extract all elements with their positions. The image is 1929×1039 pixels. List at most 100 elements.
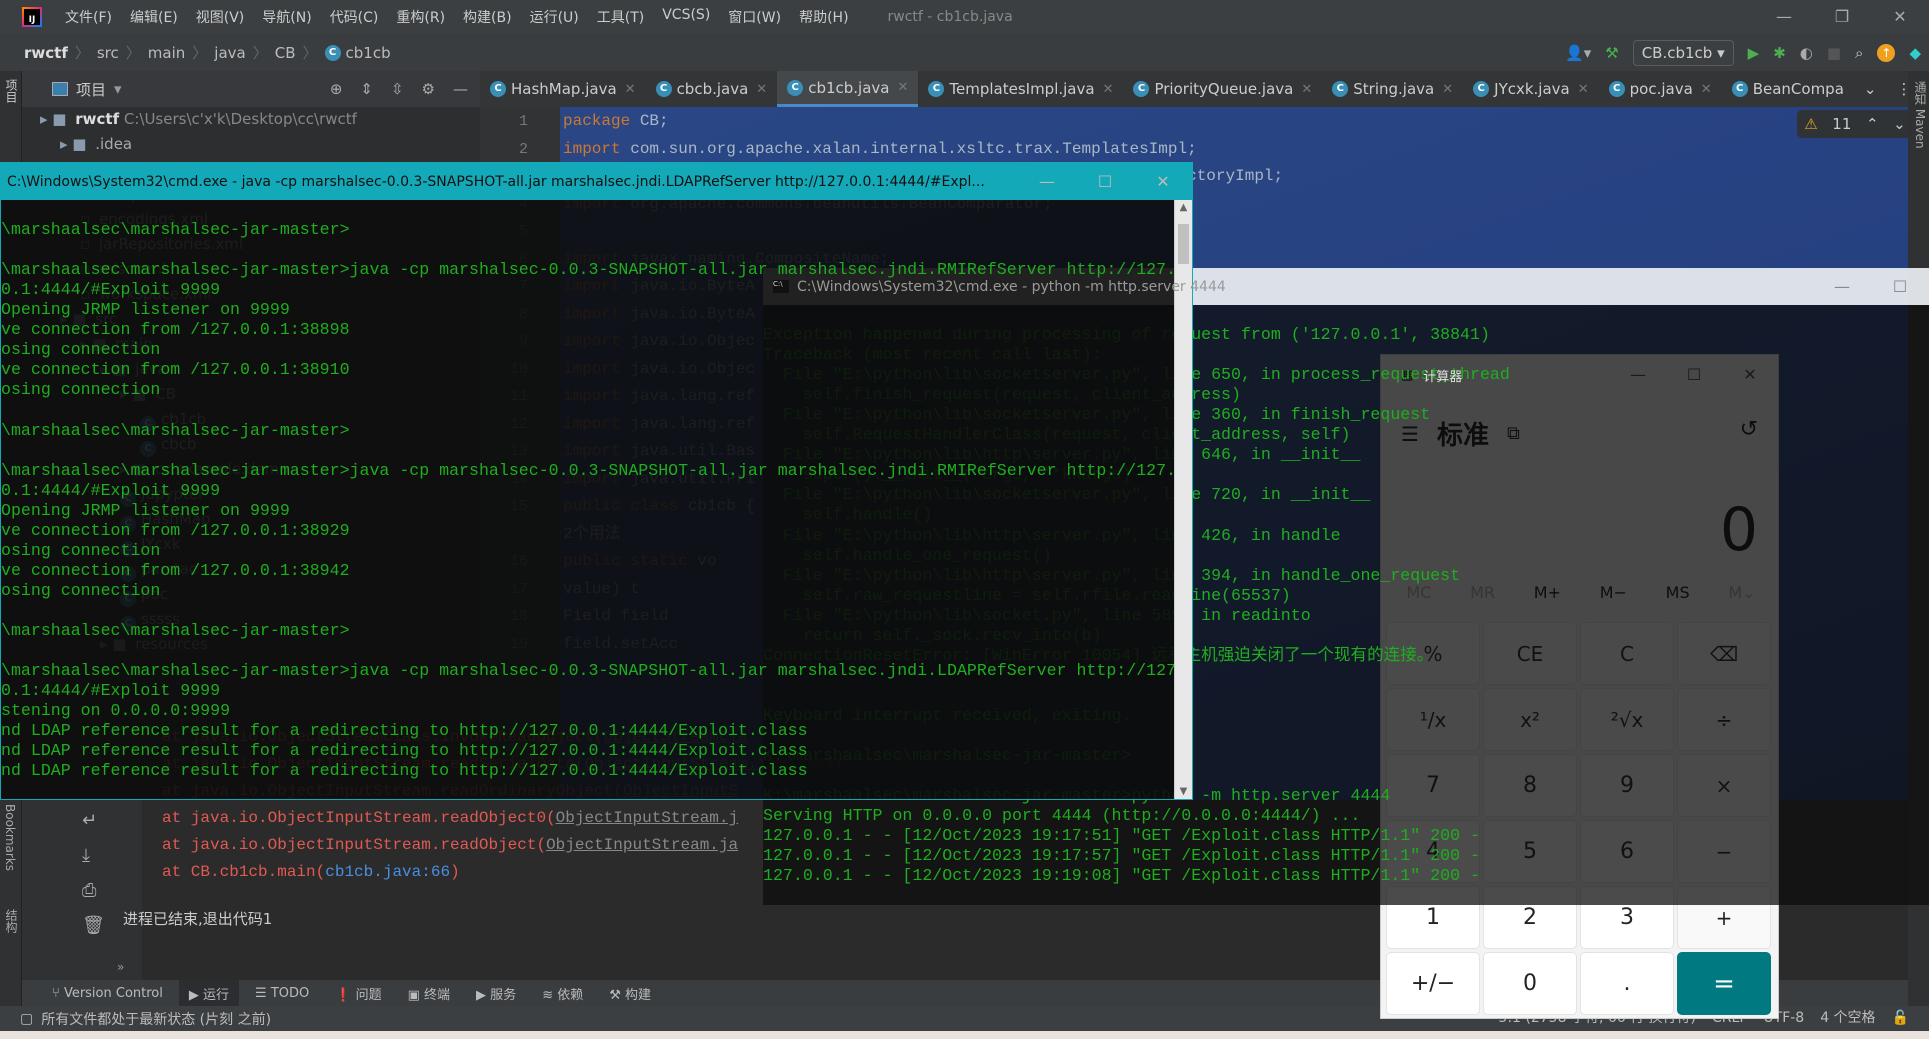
trash-icon[interactable]: 🗑 — [82, 915, 105, 936]
soft-wrap-icon[interactable]: ↵ — [82, 810, 105, 831]
menu-item[interactable]: 代码(C) — [321, 7, 388, 27]
calc-key[interactable]: 0 — [1483, 952, 1577, 1015]
calc-key[interactable]: = — [1677, 952, 1771, 1015]
build-hammer-icon[interactable]: ⚒ — [1605, 44, 1618, 62]
menu-item[interactable]: VCS(S) — [653, 7, 719, 27]
tree-item[interactable]: ▸ ■ rwctf C:\Users\c'x'k\Desktop\cc\rwct… — [22, 107, 480, 132]
scroll-to-end-icon[interactable]: ⤓ — [82, 845, 105, 866]
inspection-widget[interactable]: ⚠ 11 ⌃ ⌄ — [1797, 110, 1913, 138]
project-panel-title[interactable]: 项目 — [76, 79, 106, 100]
stack-link[interactable]: cb1cb.java:66 — [325, 863, 450, 881]
tool-tab[interactable]: ☰ TODO — [245, 982, 319, 1005]
gear-icon[interactable]: ⚙ — [422, 80, 435, 98]
stop-icon[interactable]: ■ — [1827, 44, 1841, 62]
collapse-all-icon[interactable]: ⇳ — [391, 80, 404, 98]
menu-item[interactable]: 窗口(W) — [719, 7, 790, 27]
tree-item[interactable]: ▸ ■ .idea — [22, 132, 480, 157]
scrollbar-thumb[interactable] — [1178, 224, 1189, 264]
menu-item[interactable]: 文件(F) — [56, 7, 121, 27]
close-tab-icon[interactable]: ✕ — [1701, 82, 1712, 97]
stack-link[interactable]: ObjectInputStream.j — [556, 809, 738, 827]
project-tool-button[interactable]: 项目 — [0, 71, 23, 111]
editor-tab[interactable]: C HashMap.java ✕ — [480, 71, 646, 107]
minimize-button[interactable]: — — [1755, 0, 1813, 34]
close-tab-icon[interactable]: ✕ — [625, 82, 636, 97]
breadcrumb-item[interactable]: CB — [275, 44, 296, 62]
status-message: 所有文件都处于最新状态 (片刻 之前) — [41, 1011, 272, 1028]
next-warning-icon[interactable]: ⌄ — [1893, 115, 1906, 133]
breadcrumb-item[interactable]: src — [97, 44, 119, 62]
menu-item[interactable]: 视图(V) — [187, 7, 254, 27]
editor-tab[interactable]: C PriorityQueue.java ✕ — [1123, 71, 1322, 107]
breadcrumb-item[interactable]: java — [214, 44, 245, 62]
menu-item[interactable]: 帮助(H) — [790, 7, 857, 27]
editor-tab[interactable]: Ccb1cb.java ✕ — [777, 71, 919, 107]
close-tab-icon[interactable]: ✕ — [1442, 82, 1453, 97]
calc-key[interactable]: +/− — [1386, 952, 1480, 1015]
tool-tab[interactable]: ⑂ Version Control — [42, 982, 173, 1005]
prev-warning-icon[interactable]: ⌃ — [1866, 115, 1879, 133]
stack-frame: at java.io.ObjectInputStream.readObject0… — [162, 809, 556, 827]
close-tab-icon[interactable]: ✕ — [1578, 82, 1589, 97]
tool-tab[interactable]: ▶ 运行 — [178, 979, 240, 1007]
search-icon[interactable]: ⌕ — [1855, 44, 1863, 62]
locate-icon[interactable]: ⊕ — [330, 80, 343, 98]
coverage-icon[interactable]: ◐ — [1800, 44, 1813, 62]
tool-tab[interactable]: ▶ 服务 — [466, 980, 526, 1007]
editor-tab[interactable]: Ccbcb.java ✕ — [646, 71, 778, 107]
print-icon[interactable]: ⎙ — [82, 880, 105, 901]
tool-tab[interactable]: ⚒ 构建 — [599, 980, 661, 1007]
main-toolbar: 👤▾ ⚒ CB.cb1cb ▾ ▶ ✱ ◐ ■ ⌕ ↑ ◆ — [1565, 34, 1929, 71]
scroll-up-icon[interactable]: ▲ — [1175, 202, 1192, 213]
tool-tab[interactable]: ❗ 问题 — [325, 980, 391, 1007]
more-icon[interactable]: » — [117, 960, 124, 974]
stack-link[interactable]: ObjectInputStream.ja — [546, 836, 738, 854]
tool-tab[interactable]: ▣ 终端 — [398, 980, 460, 1007]
folder-icon: ▸ ■ — [40, 110, 72, 128]
breadcrumb-item[interactable]: main — [148, 44, 185, 62]
cmd-close-button[interactable]: ✕ — [1134, 163, 1192, 200]
tool-tab[interactable]: ≋ 依赖 — [532, 980, 593, 1007]
bookmarks-tool-button[interactable]: Bookmarks — [0, 801, 20, 874]
menu-item[interactable]: 构建(B) — [454, 7, 521, 27]
close-tab-icon[interactable]: ✕ — [756, 82, 767, 97]
menu-item[interactable]: 导航(N) — [253, 7, 320, 27]
close-button[interactable]: ✕ — [1871, 0, 1929, 34]
expand-all-icon[interactable]: ⇕ — [360, 80, 373, 98]
hide-icon[interactable]: — — [453, 80, 468, 98]
editor-tab[interactable]: C BeanCompa — [1722, 71, 1854, 107]
plugin-icon[interactable]: ◆ — [1909, 44, 1921, 62]
project-panel-header: 项目 ▾ ⊕ ⇕ ⇳ ⚙ — — [22, 71, 480, 107]
close-tab-icon[interactable]: ✕ — [897, 80, 908, 95]
breadcrumb-item[interactable]: cb1cb — [346, 44, 391, 62]
editor-tab[interactable]: C JYcxk.java ✕ — [1463, 71, 1599, 107]
user-icon[interactable]: 👤▾ — [1565, 44, 1591, 62]
py-minimize-button[interactable]: — — [1813, 268, 1871, 305]
py-maximize-button[interactable]: ☐ — [1871, 268, 1929, 305]
menu-item[interactable]: 重构(R) — [387, 7, 454, 27]
menu-item[interactable]: 工具(T) — [588, 7, 653, 27]
tool-tab-label: 终端 — [424, 987, 451, 1003]
menu-item[interactable]: 运行(U) — [521, 7, 588, 27]
run-config-select[interactable]: CB.cb1cb ▾ — [1632, 39, 1734, 66]
debug-icon[interactable]: ✱ — [1773, 44, 1786, 62]
editor-tab[interactable]: Cpoc.java ✕ — [1599, 71, 1722, 107]
close-tab-icon[interactable]: ✕ — [1301, 82, 1312, 97]
run-icon[interactable]: ▶ — [1748, 44, 1760, 62]
scroll-down-icon[interactable]: ▼ — [1175, 786, 1192, 797]
editor-tab[interactable]: C TemplatesImpl.java ✕ — [918, 71, 1123, 107]
calc-key[interactable]: . — [1580, 952, 1674, 1015]
update-icon[interactable]: ↑ — [1877, 43, 1896, 62]
java-cmd-titlebar[interactable]: C:\Windows\System32\cmd.exe - java -cp m… — [1, 163, 1192, 200]
lock-icon[interactable]: 🔓 — [1892, 1006, 1909, 1031]
close-tab-icon[interactable]: ✕ — [1103, 82, 1114, 97]
restore-button[interactable]: ❐ — [1813, 0, 1871, 34]
tabs-overflow-icon[interactable]: ⌄ — [1854, 71, 1887, 107]
cmd-maximize-button[interactable]: ☐ — [1076, 163, 1134, 200]
structure-tool-button[interactable]: 结构 — [0, 906, 23, 936]
breadcrumb-item[interactable]: rwctf — [24, 44, 68, 62]
cmd-minimize-button[interactable]: — — [1018, 163, 1076, 200]
indent[interactable]: 4 个空格 — [1820, 1006, 1875, 1031]
editor-tab[interactable]: C String.java ✕ — [1322, 71, 1463, 107]
menu-item[interactable]: 编辑(E) — [121, 7, 187, 27]
